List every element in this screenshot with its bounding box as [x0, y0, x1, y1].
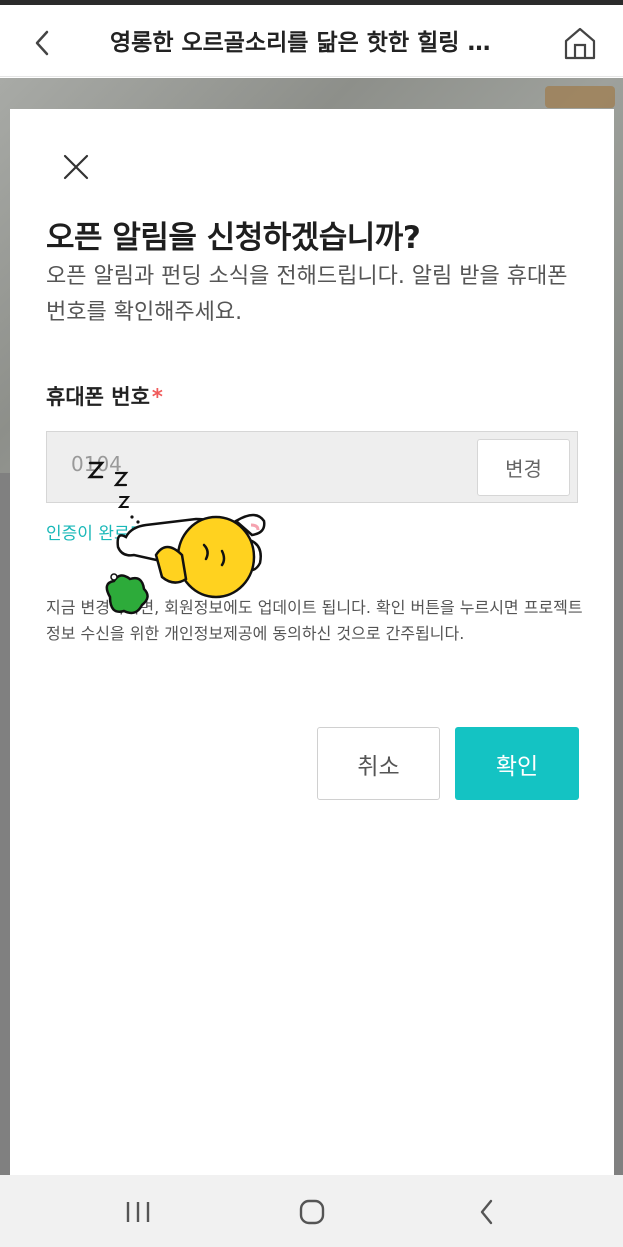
- required-mark: *: [151, 385, 163, 409]
- confirm-button[interactable]: 확인: [455, 727, 579, 800]
- system-back-button[interactable]: [464, 1189, 510, 1235]
- phone-field-label-text: 휴대폰 번호: [46, 385, 150, 409]
- system-navigation-bar: [0, 1175, 623, 1247]
- chevron-left-icon: [35, 30, 49, 56]
- home-icon: [564, 27, 596, 60]
- close-button[interactable]: [56, 147, 96, 187]
- cancel-button[interactable]: 취소: [317, 727, 440, 800]
- back-button[interactable]: [22, 23, 62, 63]
- close-icon: [63, 154, 89, 180]
- circle-home-icon: [299, 1199, 325, 1225]
- open-alert-modal: 오픈 알림을 신청하겠습니까? 오픈 알림과 펀딩 소식을 전해드립니다. 알림…: [10, 109, 614, 1175]
- recents-icon: [126, 1202, 150, 1222]
- backdrop-decoration: [545, 86, 615, 108]
- home-button[interactable]: [558, 21, 602, 65]
- system-home-button[interactable]: [289, 1189, 335, 1235]
- modal-description: 오픈 알림과 펀딩 소식을 전해드립니다. 알림 받을 휴대폰 번호를 확인해주…: [46, 264, 568, 325]
- phone-field-label: 휴대폰 번호*: [46, 381, 163, 411]
- page-title: 영롱한 오르골소리를 닮은 핫한 힐링 아이템: [110, 30, 510, 56]
- recents-button[interactable]: [115, 1189, 161, 1235]
- sleeping-character-sticker: [87, 461, 266, 615]
- modal-title: 오픈 알림을 신청하겠습니까?: [46, 220, 421, 256]
- nav-back-icon: [480, 1199, 493, 1225]
- top-app-bar: 영롱한 오르골소리를 닮은 핫한 힐링 아이템: [0, 5, 623, 84]
- change-phone-button[interactable]: 변경: [477, 439, 570, 496]
